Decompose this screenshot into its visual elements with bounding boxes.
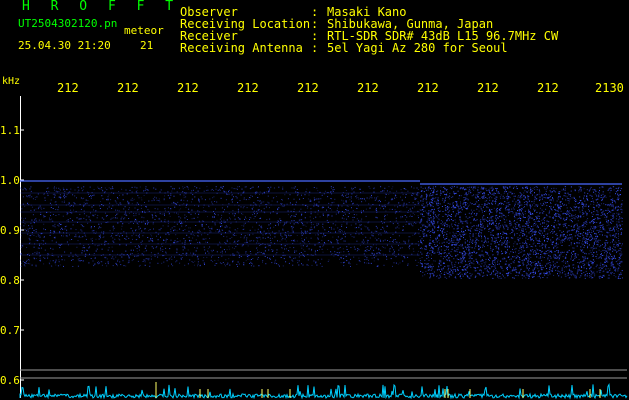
noise-band [20, 186, 623, 279]
spectrogram-plot [19, 129, 628, 400]
signal-trace [19, 383, 628, 400]
